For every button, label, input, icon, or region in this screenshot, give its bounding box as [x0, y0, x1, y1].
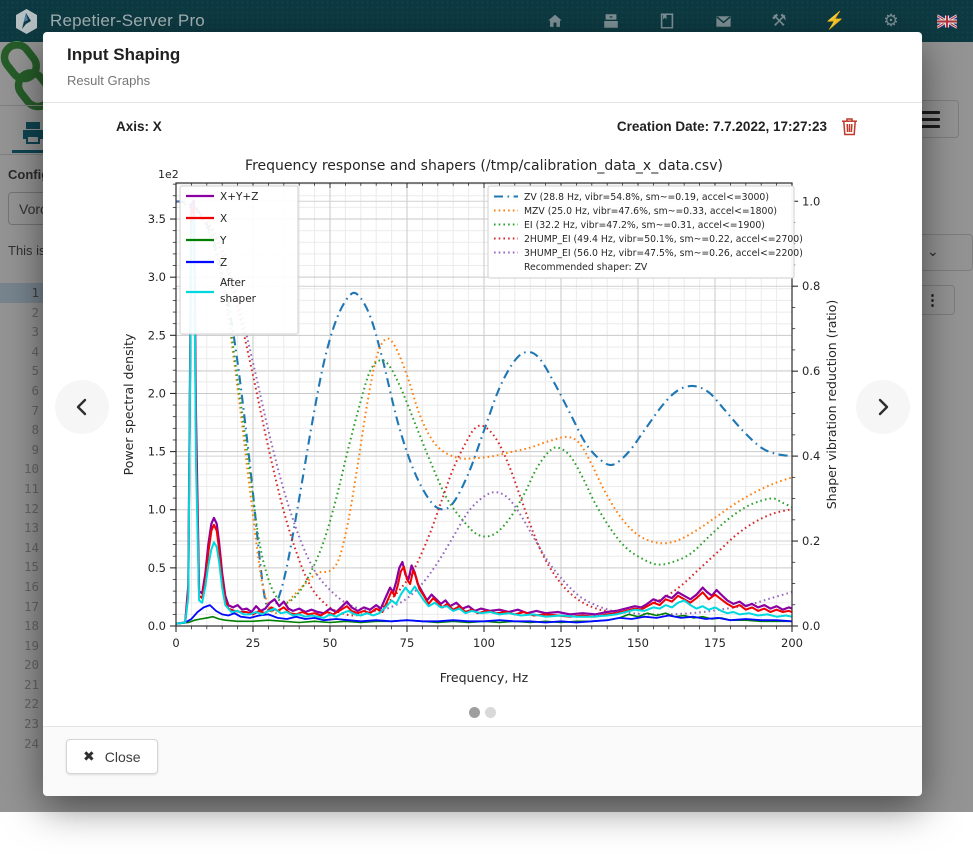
- svg-text:125: 125: [550, 636, 572, 650]
- library-icon[interactable]: [657, 11, 677, 31]
- svg-text:Frequency, Hz: Frequency, Hz: [440, 670, 529, 685]
- printer-queue-icon[interactable]: [601, 11, 621, 31]
- axis-info-row: Axis: X Creation Date: 7.7.2022, 17:27:2…: [116, 114, 858, 138]
- svg-text:100: 100: [473, 636, 495, 650]
- svg-text:2.0: 2.0: [148, 386, 166, 400]
- delete-trash-icon[interactable]: [841, 117, 858, 136]
- app-title: Repetier-Server Pro: [50, 11, 205, 31]
- svg-text:EI (32.2 Hz, vibr=47.2%, sm~=0: EI (32.2 Hz, vibr=47.2%, sm~=0.31, accel…: [524, 220, 765, 231]
- svg-text:3HUMP_EI (56.0 Hz, vibr=47.5%,: 3HUMP_EI (56.0 Hz, vibr=47.5%, sm~=0.26,…: [524, 248, 803, 259]
- svg-text:0.6: 0.6: [802, 364, 820, 378]
- svg-text:25: 25: [246, 636, 261, 650]
- graph-pagination-dots: [43, 707, 922, 718]
- modal-subtitle: Result Graphs: [67, 73, 150, 88]
- svg-text:X: X: [220, 213, 227, 225]
- creation-date-label: Creation Date: 7.7.2022, 17:27:23: [617, 119, 827, 134]
- pagination-dot[interactable]: [469, 707, 480, 718]
- svg-text:ZV (28.8 Hz, vibr=54.8%, sm~=0: ZV (28.8 Hz, vibr=54.8%, sm~=0.19, accel…: [524, 192, 769, 203]
- svg-text:MZV (25.0 Hz, vibr=47.6%, sm~=: MZV (25.0 Hz, vibr=47.6%, sm~=0.33, acce…: [524, 206, 777, 217]
- close-button-label: Close: [105, 749, 141, 765]
- svg-text:0.5: 0.5: [148, 561, 166, 575]
- svg-text:Power spectral density: Power spectral density: [121, 333, 136, 475]
- svg-text:1.5: 1.5: [148, 445, 166, 459]
- modal-footer: ✖ Close: [43, 726, 922, 796]
- svg-text:0.8: 0.8: [802, 279, 820, 293]
- language-flag-uk[interactable]: [937, 11, 957, 31]
- svg-text:2HUMP_EI (49.4 Hz, vibr=50.1%,: 2HUMP_EI (49.4 Hz, vibr=50.1%, sm~=0.22,…: [524, 234, 803, 245]
- svg-text:0.2: 0.2: [802, 534, 820, 548]
- svg-text:0.0: 0.0: [802, 619, 820, 633]
- settings-icon[interactable]: ⚙: [881, 11, 901, 31]
- svg-text:2.5: 2.5: [148, 328, 166, 342]
- svg-text:X+Y+Z: X+Y+Z: [220, 191, 258, 203]
- svg-text:150: 150: [627, 636, 649, 650]
- svg-text:0.4: 0.4: [802, 449, 820, 463]
- power-icon[interactable]: ⚡: [825, 11, 845, 31]
- svg-text:After: After: [220, 277, 246, 289]
- svg-text:Frequency response and shapers: Frequency response and shapers (/tmp/cal…: [245, 158, 723, 174]
- svg-text:175: 175: [704, 636, 726, 650]
- svg-text:1e2: 1e2: [158, 168, 179, 181]
- app-logo: [13, 8, 40, 35]
- next-graph-button[interactable]: [856, 380, 910, 434]
- frequency-response-chart: 0 25 50 75 100 125 150 175 200 0.0 0.5 1.0 1.5 2.0 2.5…: [116, 140, 852, 697]
- input-shaping-modal: Input Shaping Result Graphs Axis: X Crea…: [43, 32, 922, 795]
- svg-text:Z: Z: [220, 257, 227, 269]
- svg-text:3.5: 3.5: [148, 212, 166, 226]
- svg-text:1.0: 1.0: [802, 194, 820, 208]
- svg-text:Y: Y: [219, 235, 227, 247]
- chart-svg: 0 25 50 75 100 125 150 175 200 0.0 0.5 1.0 1.5 2.0 2.5…: [116, 140, 852, 697]
- messages-icon[interactable]: [713, 11, 733, 31]
- close-icon: ✖: [83, 748, 95, 765]
- svg-text:3.0: 3.0: [148, 270, 166, 284]
- svg-text:50: 50: [323, 636, 338, 650]
- home-icon[interactable]: [545, 11, 565, 31]
- svg-text:200: 200: [781, 636, 803, 650]
- tools-icon[interactable]: ⚒: [769, 11, 789, 31]
- axis-label: Axis: X: [116, 119, 162, 134]
- modal-header: Input Shaping Result Graphs: [43, 32, 922, 103]
- svg-text:75: 75: [400, 636, 415, 650]
- svg-text:0.0: 0.0: [148, 619, 166, 633]
- svg-text:shaper: shaper: [220, 293, 257, 305]
- svg-text:1.0: 1.0: [148, 503, 166, 517]
- pagination-dot[interactable]: [485, 707, 496, 718]
- svg-text:0: 0: [172, 636, 179, 650]
- modal-title: Input Shaping: [67, 45, 180, 65]
- close-button[interactable]: ✖ Close: [66, 739, 158, 774]
- svg-text:Shaper vibration reduction (ra: Shaper vibration reduction (ratio): [824, 300, 839, 510]
- svg-text:Recommended shaper: ZV: Recommended shaper: ZV: [524, 262, 648, 273]
- prev-graph-button[interactable]: [55, 380, 109, 434]
